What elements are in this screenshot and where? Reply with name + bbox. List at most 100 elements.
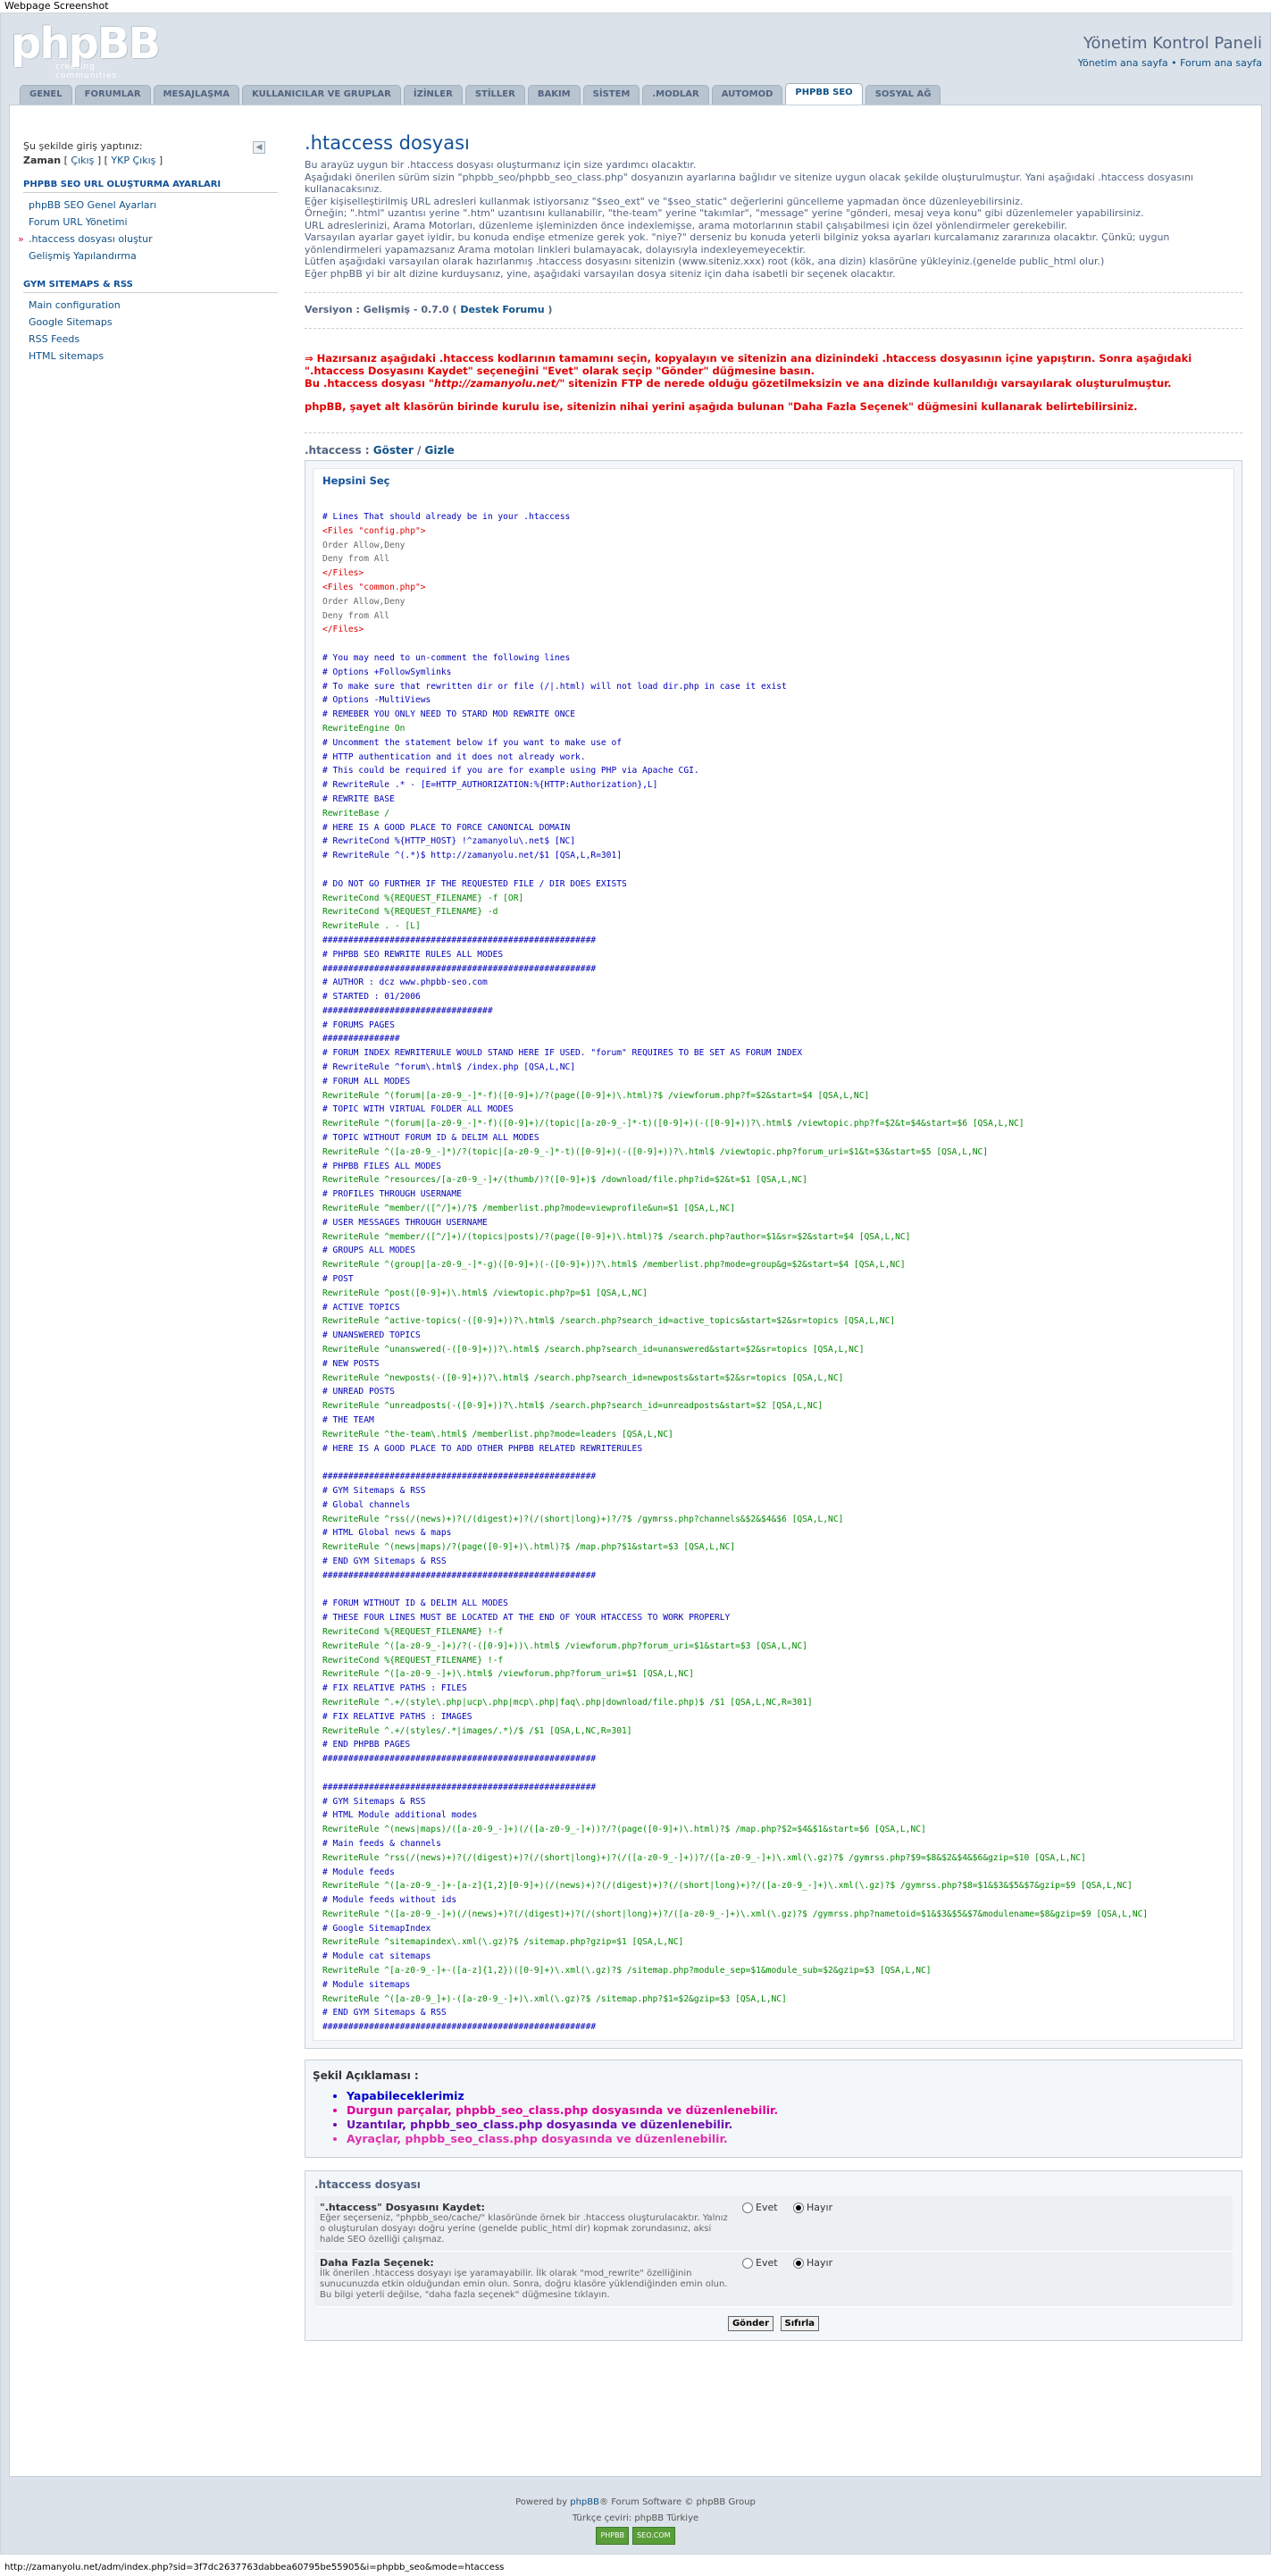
code-line: RewriteRule ^newposts(-([0-9]+))?\.html$…: [322, 1372, 844, 1383]
code-line: # POST: [322, 1274, 354, 1285]
sidebar-item[interactable]: Main configuration: [23, 297, 278, 314]
intro-paragraph: Eğer phpBB yi bir alt dizine kurduysanız…: [305, 267, 896, 280]
support-forum-link[interactable]: Destek Forumu: [460, 304, 544, 315]
intro-paragraph: Aşağıdaki önerilen sürüm sizin "phpbb_se…: [305, 171, 1194, 196]
legend-list: YapabileceklerimizDurgun parçalar, phpbb…: [347, 2089, 1242, 2146]
code-line: # FORUM INDEX REWRITERULE WOULD STAND HE…: [322, 1048, 803, 1059]
code-line: RewriteRule ^.+/(style\.php|ucp\.php|mcp…: [322, 1697, 813, 1708]
translation-credit: Türkçe çeviri: phpBB Türkiye: [572, 2513, 699, 2523]
submit-button[interactable]: Gönder: [727, 2316, 774, 2332]
sidebar-item[interactable]: Google Sitemaps: [23, 314, 278, 331]
code-line: RewriteEngine On: [322, 723, 406, 734]
legend-item: Uzantılar, phpbb_seo_class.php dosyasınd…: [347, 2118, 1242, 2132]
code-line: RewriteRule ^.+/(styles/.*|images/.*)/$ …: [322, 1725, 632, 1736]
phpbb-link[interactable]: phpBB: [570, 2497, 599, 2507]
sidebar-item[interactable]: HTML sitemaps: [23, 348, 278, 365]
tab-i-zi-nler[interactable]: İZİNLER: [403, 85, 463, 105]
legend-item: Yapabileceklerimiz: [347, 2089, 1242, 2103]
code-line: # PHPBB FILES ALL MODES: [322, 1161, 441, 1171]
select-all-link[interactable]: Hepsini Seç: [322, 474, 1225, 487]
code-line: # To make sure that rewritten dir or fil…: [322, 681, 787, 692]
acp-home-link[interactable]: Yönetim ana sayfa: [1078, 57, 1168, 69]
legend-title: Şekil Açıklaması :: [313, 2069, 419, 2083]
tab-kullanicilar-ve-gruplar[interactable]: KULLANICILAR VE GRUPLAR: [242, 85, 401, 105]
code-line: ########################################…: [322, 1782, 597, 1792]
htaccess-label: .htaccess :: [305, 444, 370, 457]
tab-genel[interactable]: GENEL: [20, 85, 72, 105]
show-link[interactable]: Göster: [373, 444, 414, 457]
sidebar-item[interactable]: phpBB SEO Genel Ayarları: [23, 197, 278, 214]
tab-si-stem[interactable]: SİSTEM: [582, 85, 640, 105]
phpbb-logo[interactable]: phpBB creating communities: [11, 21, 161, 80]
sidebar-item[interactable]: Gelişmiş Yapılandırma: [23, 248, 278, 264]
code-line: <Files "config.php">: [322, 525, 426, 536]
no-label: Hayır: [807, 2257, 833, 2270]
username[interactable]: Zaman: [23, 155, 61, 166]
save-no-radio[interactable]: [793, 2203, 805, 2214]
logout-link[interactable]: Çıkış: [71, 155, 94, 166]
tab-mesajlaşma[interactable]: MESAJLAŞMA: [153, 85, 239, 105]
code-line: # Lines That should already be in your .…: [322, 512, 571, 522]
tab-automod[interactable]: AUTOMOD: [711, 85, 783, 105]
more-yes-radio[interactable]: [742, 2258, 753, 2270]
reset-button[interactable]: Sıfırla: [780, 2316, 820, 2332]
code-line: RewriteCond %{REQUEST_FILENAME} -d: [322, 907, 498, 918]
htaccess-code[interactable]: # Lines That should already be in your .…: [322, 510, 1225, 2035]
code-line: RewriteRule ^post([0-9]+)\.html$ /viewto…: [322, 1288, 648, 1298]
code-line: ########################################…: [322, 1754, 597, 1765]
intro-paragraph: URL adreslerinizi, Arama Motorları, düze…: [305, 219, 1067, 231]
tab-sosyal-ağ[interactable]: SOSYAL AĞ: [865, 85, 941, 105]
save-yes-radio[interactable]: [742, 2203, 753, 2214]
intro-paragraph: Eğer kişiselleştirilmiş URL adresleri ku…: [305, 195, 1024, 207]
code-line: ########################################…: [322, 1472, 597, 1482]
code-line: # FIX RELATIVE PATHS : FILES: [322, 1683, 467, 1694]
yes-label: Evet: [756, 2202, 778, 2214]
code-line: # REWRITE BASE: [322, 793, 395, 804]
code-line: RewriteRule ^([a-z0-9_]+)-([a-z0-9_-]+)\…: [322, 1993, 787, 2004]
code-line: # NEW POSTS: [322, 1358, 380, 1369]
sidebar-item[interactable]: Forum URL Yönetimi: [23, 214, 278, 231]
code-line: </Files>: [322, 568, 364, 579]
phpbb-seo-badge[interactable]: PHPBB SEO.COM: [0, 2527, 1271, 2545]
forum-home-link[interactable]: Forum ana sayfa: [1180, 57, 1262, 69]
code-line: Order Allow,Deny: [322, 540, 406, 550]
link-separator: •: [1171, 57, 1177, 69]
code-line: # Options -MultiViews: [322, 695, 431, 706]
intro-paragraph: Varsayılan ayarlar gayet iyidir, bu konu…: [305, 231, 1170, 256]
code-line: # TOPIC WITHOUT FORUM ID & DELIM ALL MOD…: [322, 1133, 539, 1144]
double-left-arrow-icon[interactable]: ◀: [253, 141, 265, 154]
code-line: # PROFILES THROUGH USERNAME: [322, 1189, 462, 1200]
htaccess-codebox: Hepsini Seç # Lines That should already …: [305, 460, 1242, 2050]
intro-paragraph: Bu arayüz uygun bir .htaccess dosyası ol…: [305, 159, 697, 171]
code-inner: Hepsini Seç # Lines That should already …: [313, 468, 1234, 2042]
htaccess-form: .htaccess dosyası ".htaccess" Dosyasını …: [305, 2170, 1242, 2342]
code-line: RewriteRule ^(news|maps)/([a-z0-9_-]+)(/…: [322, 1825, 926, 1835]
code-line: RewriteCond %{REQUEST_FILENAME} !-f: [322, 1626, 504, 1637]
code-line: # HTTP authentication and it does not al…: [322, 751, 586, 762]
more-no-radio[interactable]: [793, 2258, 805, 2270]
sidebar-item[interactable]: RSS Feeds: [23, 331, 278, 348]
warning-location-b: " sitenizin FTP de nerede olduğu gözetil…: [559, 377, 1172, 390]
sidebar-item[interactable]: .htaccess dosyası oluştur: [18, 231, 278, 248]
menu-list-gym: Main configuration Google Sitemaps RSS Fee…: [23, 297, 278, 365]
code-line: RewriteRule ^rss(/(news)+)?(/(digest)+)?…: [322, 1514, 844, 1524]
divider: [305, 328, 1242, 329]
code-line: RewriteRule ^(forum|[a-z0-9_-]*-f)([0-9]…: [322, 1090, 870, 1101]
code-line: ########################################…: [322, 935, 597, 945]
code-line: # FIX RELATIVE PATHS : IMAGES: [322, 1711, 472, 1722]
tab-sti-ller[interactable]: STİLLER: [464, 85, 525, 105]
code-line: ###############: [322, 1034, 400, 1045]
option2-desc: İlk önerilen .htaccess dosyayı işe yaram…: [320, 2269, 728, 2301]
code-line: RewriteRule ^resources/[a-z0-9_-]+/(thum…: [322, 1175, 807, 1186]
code-line: # RewriteRule ^(.*)$ http://zamanyolu.ne…: [322, 851, 623, 861]
tab-bakim[interactable]: BAKIM: [527, 85, 581, 105]
acp-logout-link[interactable]: YKP Çıkış: [111, 155, 155, 166]
tab-forumlar[interactable]: FORUMLAR: [74, 85, 151, 105]
code-line: # ACTIVE TOPICS: [322, 1302, 400, 1313]
tab--modlar[interactable]: .MODLAR: [642, 85, 709, 105]
hide-link[interactable]: Gizle: [425, 444, 455, 457]
code-line: <Files "common.php">: [322, 582, 426, 592]
tab-phpbb-seo[interactable]: PHPBB SEO: [785, 83, 863, 105]
